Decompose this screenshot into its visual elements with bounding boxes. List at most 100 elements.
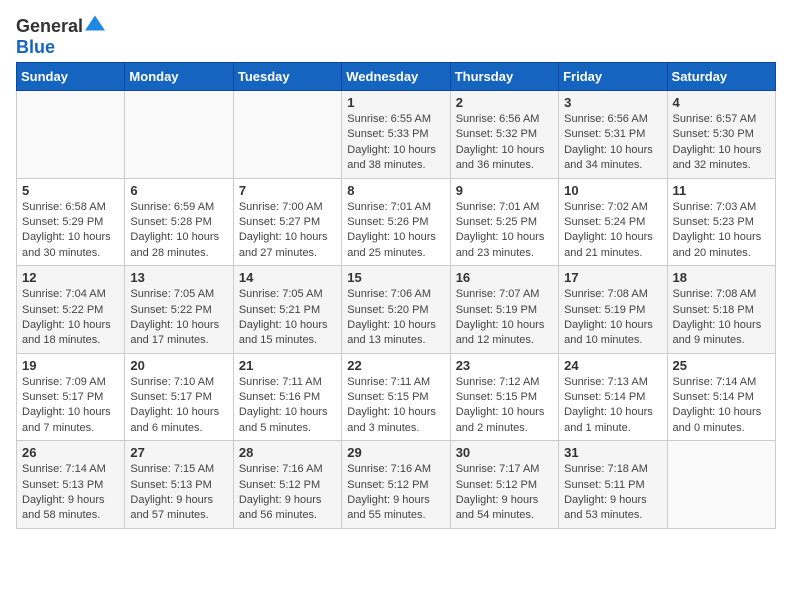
day-info: Sunrise: 7:08 AM Sunset: 5:19 PM Dayligh… (564, 287, 661, 349)
day-number: 21 (239, 358, 336, 373)
day-number: 16 (456, 270, 553, 285)
calendar-empty-cell (667, 441, 775, 529)
day-info: Sunrise: 7:00 AM Sunset: 5:27 PM Dayligh… (239, 200, 336, 262)
day-info: Sunrise: 6:59 AM Sunset: 5:28 PM Dayligh… (130, 200, 227, 262)
day-info: Sunrise: 7:01 AM Sunset: 5:25 PM Dayligh… (456, 200, 553, 262)
calendar-day-19: 19 Sunrise: 7:09 AM Sunset: 5:17 PM Dayli… (17, 353, 125, 441)
calendar-day-12: 12Sunrise: 7:04 AM Sunset: 5:22 PM Dayli… (17, 266, 125, 354)
calendar-empty-cell (125, 91, 233, 179)
day-info: Sunrise: 6:55 AM Sunset: 5:33 PM Dayligh… (347, 112, 444, 174)
day-number: 23 (456, 358, 553, 373)
calendar-day-16: 16 Sunrise: 7:07 AM Sunset: 5:19 PM Dayli… (450, 266, 558, 354)
calendar-day-2: 2Sunrise: 6:56 AM Sunset: 5:32 PM Daylig… (450, 91, 558, 179)
day-info: Sunrise: 7:16 AM Sunset: 5:12 PM Dayligh… (239, 462, 336, 524)
day-number: 8 (347, 183, 444, 198)
calendar-day-5: 5Sunrise: 6:58 AM Sunset: 5:29 PM Daylig… (17, 178, 125, 266)
calendar-day-17: 17 Sunrise: 7:08 AM Sunset: 5:19 PM Dayli… (559, 266, 667, 354)
calendar-day-18: 18 Sunrise: 7:08 AM Sunset: 5:18 PM Dayli… (667, 266, 775, 354)
day-number: 3 (564, 95, 661, 110)
calendar-day-23: 23 Sunrise: 7:12 AM Sunset: 5:15 PM Dayli… (450, 353, 558, 441)
day-number: 2 (456, 95, 553, 110)
day-number: 28 (239, 445, 336, 460)
day-number: 20 (130, 358, 227, 373)
day-number: 6 (130, 183, 227, 198)
day-number: 24 (564, 358, 661, 373)
day-number: 31 (564, 445, 661, 460)
calendar-day-31: 31 Sunrise: 7:18 AM Sunset: 5:11 PM Dayli… (559, 441, 667, 529)
calendar-day-15: 15Sunrise: 7:06 AM Sunset: 5:20 PM Dayli… (342, 266, 450, 354)
calendar-day-9: 9 Sunrise: 7:01 AM Sunset: 5:25 PM Daylig… (450, 178, 558, 266)
day-info: Sunrise: 7:18 AM Sunset: 5:11 PM Dayligh… (564, 462, 661, 524)
day-info: Sunrise: 7:14 AM Sunset: 5:14 PM Dayligh… (673, 375, 770, 437)
day-number: 25 (673, 358, 770, 373)
weekday-header-thursday: Thursday (450, 63, 558, 91)
day-number: 18 (673, 270, 770, 285)
day-info: Sunrise: 7:16 AM Sunset: 5:12 PM Dayligh… (347, 462, 444, 524)
day-info: Sunrise: 7:11 AM Sunset: 5:15 PM Dayligh… (347, 375, 444, 437)
logo-icon (85, 13, 105, 33)
calendar-day-20: 20 Sunrise: 7:10 AM Sunset: 5:17 PM Dayli… (125, 353, 233, 441)
calendar-week-row: 5Sunrise: 6:58 AM Sunset: 5:29 PM Daylig… (17, 178, 776, 266)
day-number: 7 (239, 183, 336, 198)
calendar-day-6: 6 Sunrise: 6:59 AM Sunset: 5:28 PM Daylig… (125, 178, 233, 266)
day-info: Sunrise: 7:01 AM Sunset: 5:26 PM Dayligh… (347, 200, 444, 262)
calendar-day-21: 21 Sunrise: 7:11 AM Sunset: 5:16 PM Dayli… (233, 353, 341, 441)
calendar-day-26: 26Sunrise: 7:14 AM Sunset: 5:13 PM Dayli… (17, 441, 125, 529)
weekday-header-friday: Friday (559, 63, 667, 91)
day-info: Sunrise: 7:09 AM Sunset: 5:17 PM Dayligh… (22, 375, 119, 437)
logo-container: General Blue (16, 16, 105, 58)
calendar-day-1: 1 Sunrise: 6:55 AM Sunset: 5:33 PM Daylig… (342, 91, 450, 179)
day-number: 10 (564, 183, 661, 198)
calendar-day-13: 13 Sunrise: 7:05 AM Sunset: 5:22 PM Dayli… (125, 266, 233, 354)
calendar-day-24: 24Sunrise: 7:13 AM Sunset: 5:14 PM Dayli… (559, 353, 667, 441)
day-number: 19 (22, 358, 119, 373)
calendar-day-28: 28 Sunrise: 7:16 AM Sunset: 5:12 PM Dayli… (233, 441, 341, 529)
logo: General Blue (16, 16, 105, 58)
day-info: Sunrise: 7:12 AM Sunset: 5:15 PM Dayligh… (456, 375, 553, 437)
day-info: Sunrise: 7:11 AM Sunset: 5:16 PM Dayligh… (239, 375, 336, 437)
calendar-day-8: 8 Sunrise: 7:01 AM Sunset: 5:26 PM Daylig… (342, 178, 450, 266)
day-number: 22 (347, 358, 444, 373)
day-info: Sunrise: 7:10 AM Sunset: 5:17 PM Dayligh… (130, 375, 227, 437)
calendar-day-14: 14 Sunrise: 7:05 AM Sunset: 5:21 PM Dayli… (233, 266, 341, 354)
day-number: 9 (456, 183, 553, 198)
day-info: Sunrise: 6:56 AM Sunset: 5:31 PM Dayligh… (564, 112, 661, 174)
calendar-empty-cell (233, 91, 341, 179)
calendar-day-11: 11 Sunrise: 7:03 AM Sunset: 5:23 PM Dayli… (667, 178, 775, 266)
calendar-week-row: 12Sunrise: 7:04 AM Sunset: 5:22 PM Dayli… (17, 266, 776, 354)
day-info: Sunrise: 7:08 AM Sunset: 5:18 PM Dayligh… (673, 287, 770, 349)
calendar-week-row: 1 Sunrise: 6:55 AM Sunset: 5:33 PM Daylig… (17, 91, 776, 179)
calendar-week-row: 26Sunrise: 7:14 AM Sunset: 5:13 PM Dayli… (17, 441, 776, 529)
day-number: 26 (22, 445, 119, 460)
calendar-day-29: 29 Sunrise: 7:16 AM Sunset: 5:12 PM Dayli… (342, 441, 450, 529)
calendar-day-4: 4Sunrise: 6:57 AM Sunset: 5:30 PM Daylig… (667, 91, 775, 179)
day-number: 15 (347, 270, 444, 285)
day-info: Sunrise: 7:02 AM Sunset: 5:24 PM Dayligh… (564, 200, 661, 262)
day-number: 11 (673, 183, 770, 198)
day-info: Sunrise: 7:07 AM Sunset: 5:19 PM Dayligh… (456, 287, 553, 349)
day-number: 12 (22, 270, 119, 285)
day-number: 14 (239, 270, 336, 285)
weekday-header-saturday: Saturday (667, 63, 775, 91)
day-info: Sunrise: 6:58 AM Sunset: 5:29 PM Dayligh… (22, 200, 119, 262)
day-info: Sunrise: 7:05 AM Sunset: 5:22 PM Dayligh… (130, 287, 227, 349)
day-info: Sunrise: 7:03 AM Sunset: 5:23 PM Dayligh… (673, 200, 770, 262)
weekday-header-wednesday: Wednesday (342, 63, 450, 91)
day-number: 29 (347, 445, 444, 460)
calendar-table: SundayMondayTuesdayWednesdayThursdayFrid… (16, 62, 776, 529)
day-number: 17 (564, 270, 661, 285)
day-info: Sunrise: 7:05 AM Sunset: 5:21 PM Dayligh… (239, 287, 336, 349)
weekday-header-monday: Monday (125, 63, 233, 91)
logo-blue: Blue (16, 37, 55, 57)
calendar-day-30: 30Sunrise: 7:17 AM Sunset: 5:12 PM Dayli… (450, 441, 558, 529)
day-info: Sunrise: 7:17 AM Sunset: 5:12 PM Dayligh… (456, 462, 553, 524)
calendar-empty-cell (17, 91, 125, 179)
weekday-header-sunday: Sunday (17, 63, 125, 91)
calendar-day-3: 3 Sunrise: 6:56 AM Sunset: 5:31 PM Daylig… (559, 91, 667, 179)
day-info: Sunrise: 6:57 AM Sunset: 5:30 PM Dayligh… (673, 112, 770, 174)
logo-general: General (16, 16, 83, 37)
day-number: 1 (347, 95, 444, 110)
day-info: Sunrise: 7:15 AM Sunset: 5:13 PM Dayligh… (130, 462, 227, 524)
weekday-header-tuesday: Tuesday (233, 63, 341, 91)
day-number: 13 (130, 270, 227, 285)
